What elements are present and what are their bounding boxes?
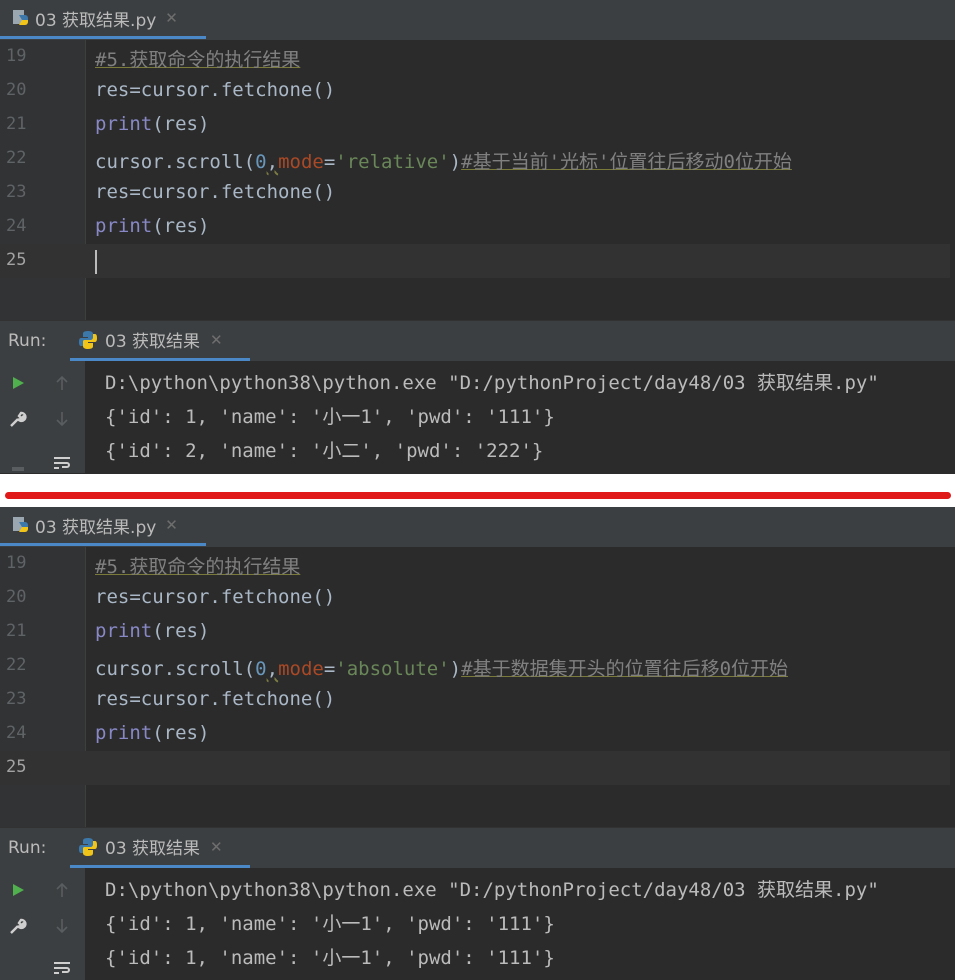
console-line: {'id': 1, 'name': '小一1', 'pwd': '111'}	[105, 947, 555, 969]
line-number: 20	[6, 587, 27, 607]
run-icon[interactable]	[6, 371, 30, 395]
run-console[interactable]: D:\python\python38\python.exe "D:/python…	[0, 361, 955, 473]
line-number: 19	[6, 553, 27, 573]
red-divider-line	[5, 492, 951, 499]
arrow-up-icon[interactable]	[50, 371, 74, 395]
editor-tab-bar: 03 获取结果.py ✕	[0, 507, 955, 547]
file-tab-label: 03 获取结果.py	[35, 517, 157, 538]
code-text: print(res)	[95, 620, 210, 642]
run-console[interactable]: D:\python\python38\python.exe "D:/python…	[0, 868, 955, 980]
arrow-down-icon[interactable]	[50, 914, 74, 938]
code-line-current[interactable]: 25	[0, 751, 950, 785]
code-line-current[interactable]: 25	[0, 244, 950, 278]
code-line[interactable]: 24 print(res)	[0, 717, 950, 751]
editor-empty-area	[0, 280, 955, 320]
close-icon[interactable]: ✕	[165, 9, 178, 27]
file-tab[interactable]: 03 获取结果.py ✕	[0, 0, 206, 39]
code-line[interactable]: 23 res=cursor.fetchone()	[0, 176, 950, 210]
run-config-tab[interactable]: 03 获取结果 ✕	[70, 828, 250, 868]
run-toolbar	[0, 868, 85, 980]
separator-background	[0, 474, 955, 507]
console-line: {'id': 2, 'name': '小二', 'pwd': '222'}	[105, 440, 544, 462]
line-number: 23	[6, 182, 27, 202]
line-number: 25	[6, 757, 27, 777]
close-icon[interactable]: ✕	[210, 838, 223, 856]
line-number: 22	[6, 148, 27, 168]
line-number: 23	[6, 689, 27, 709]
console-line: D:\python\python38\python.exe "D:/python…	[105, 372, 879, 394]
code-line[interactable]: 23 res=cursor.fetchone()	[0, 683, 950, 717]
file-tab[interactable]: 03 获取结果.py ✕	[0, 507, 206, 546]
ide-panel-bottom: 03 获取结果.py ✕ 19 #5.获取命令的执行结果 20 res=curs…	[0, 507, 955, 980]
code-line[interactable]: 22 cursor.scroll(0,mode='absolute')#基于数据…	[0, 649, 950, 683]
code-line[interactable]: 21 print(res)	[0, 108, 950, 142]
console-line: {'id': 1, 'name': '小一1', 'pwd': '111'}	[105, 406, 555, 428]
wrench-icon[interactable]	[6, 914, 30, 938]
code-editor[interactable]: 19 #5.获取命令的执行结果 20 res=cursor.fetchone()…	[0, 547, 955, 787]
code-editor[interactable]: 19 #5.获取命令的执行结果 20 res=cursor.fetchone()…	[0, 40, 955, 280]
run-tab-label: 03 获取结果	[105, 839, 201, 859]
code-line[interactable]: 19 #5.获取命令的执行结果	[0, 547, 950, 581]
run-icon[interactable]	[6, 878, 30, 902]
run-config-tab[interactable]: 03 获取结果 ✕	[70, 321, 250, 361]
line-number: 22	[6, 655, 27, 675]
text-cursor	[95, 250, 97, 274]
python-logo-icon	[79, 837, 97, 856]
run-label: Run:	[8, 331, 47, 351]
console-line: D:\python\python38\python.exe "D:/python…	[105, 879, 879, 901]
code-text: print(res)	[95, 722, 210, 744]
close-icon[interactable]: ✕	[210, 331, 223, 349]
arrow-down-icon[interactable]	[50, 407, 74, 431]
editor-tab-bar: 03 获取结果.py ✕	[0, 0, 955, 40]
stop-icon[interactable]	[6, 453, 30, 477]
run-toolbar	[0, 361, 85, 473]
console-line: {'id': 1, 'name': '小一1', 'pwd': '111'}	[105, 913, 555, 935]
code-text: #5.获取命令的执行结果	[95, 556, 301, 578]
python-file-icon	[13, 517, 28, 532]
line-number: 24	[6, 723, 27, 743]
ide-panel-top: 03 获取结果.py ✕ 19 #5.获取命令的执行结果 20 res=curs…	[0, 0, 955, 473]
run-tool-window-header: Run: 03 获取结果 ✕	[0, 827, 955, 868]
code-line[interactable]: 19 #5.获取命令的执行结果	[0, 40, 950, 74]
line-number: 24	[6, 216, 27, 236]
code-line[interactable]: 24 print(res)	[0, 210, 950, 244]
code-text: res=cursor.fetchone()	[95, 181, 336, 203]
python-logo-icon	[79, 330, 97, 349]
soft-wrap-icon[interactable]	[50, 451, 74, 475]
editor-empty-area	[0, 787, 955, 827]
arrow-up-icon[interactable]	[50, 878, 74, 902]
code-line[interactable]: 20 res=cursor.fetchone()	[0, 74, 950, 108]
code-text: cursor.scroll(0,mode='relative')#基于当前'光标…	[95, 151, 792, 173]
run-tool-window-header: Run: 03 获取结果 ✕	[0, 320, 955, 361]
python-file-icon	[13, 10, 28, 25]
run-label: Run:	[8, 838, 47, 858]
code-line[interactable]: 20 res=cursor.fetchone()	[0, 581, 950, 615]
line-number: 21	[6, 621, 27, 641]
code-text: res=cursor.fetchone()	[95, 79, 336, 101]
line-number: 20	[6, 80, 27, 100]
code-text: res=cursor.fetchone()	[95, 688, 336, 710]
line-number: 25	[6, 250, 27, 270]
code-line[interactable]: 22 cursor.scroll(0,mode='relative')#基于当前…	[0, 142, 950, 176]
code-text: res=cursor.fetchone()	[95, 586, 336, 608]
run-tab-label: 03 获取结果	[105, 332, 201, 352]
code-line[interactable]: 21 print(res)	[0, 615, 950, 649]
line-number: 21	[6, 114, 27, 134]
code-text: print(res)	[95, 113, 210, 135]
soft-wrap-icon[interactable]	[50, 956, 74, 980]
close-icon[interactable]: ✕	[165, 516, 178, 534]
wrench-icon[interactable]	[6, 407, 30, 431]
code-text: cursor.scroll(0,mode='absolute')#基于数据集开头…	[95, 658, 789, 680]
line-number: 19	[6, 46, 27, 66]
code-text: #5.获取命令的执行结果	[95, 49, 301, 71]
file-tab-label: 03 获取结果.py	[35, 10, 157, 31]
code-text: print(res)	[95, 215, 210, 237]
